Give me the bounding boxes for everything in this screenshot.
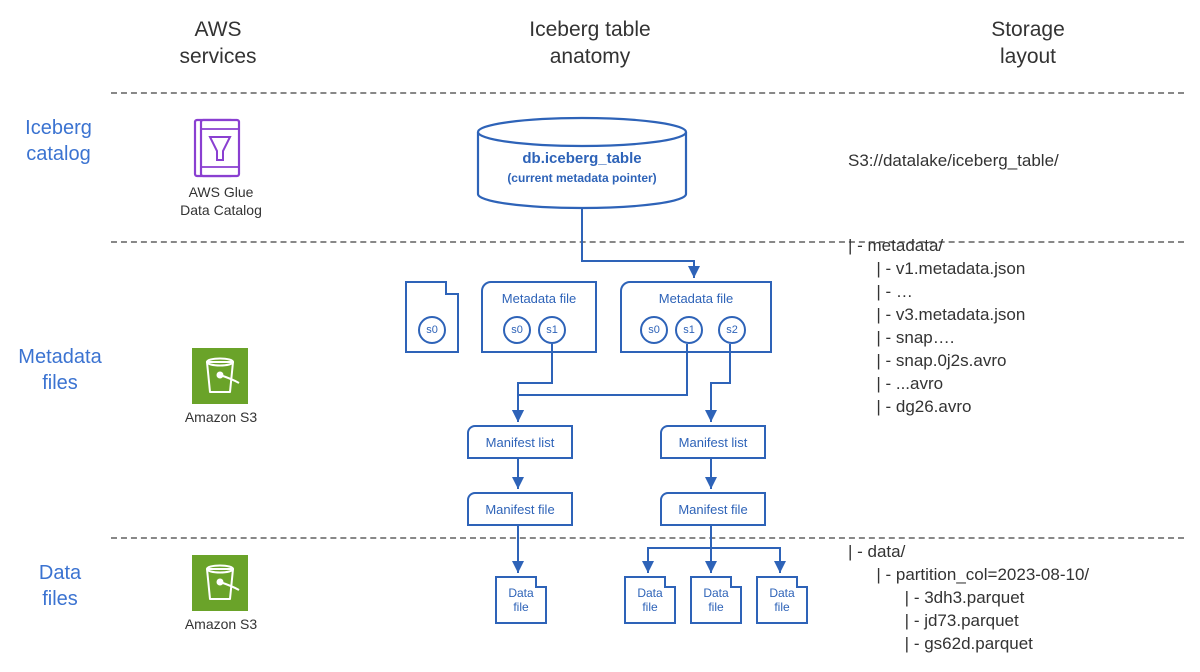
header-line: services bbox=[179, 45, 256, 68]
manifest-file-1: Manifest file bbox=[467, 492, 573, 526]
glue-icon bbox=[192, 117, 244, 179]
manifest-list-label: Manifest list bbox=[679, 435, 748, 450]
caption-line: AWS Glue bbox=[189, 184, 254, 200]
manifest-list-2: Manifest list bbox=[660, 425, 766, 459]
data-file-label: Data file bbox=[769, 586, 794, 615]
header-storage-layout: Storage layout bbox=[953, 16, 1103, 71]
label-line: Iceberg bbox=[25, 117, 92, 139]
snapshot-badge: s2 bbox=[718, 316, 746, 344]
divider bbox=[111, 537, 1184, 539]
s3-caption-2: Amazon S3 bbox=[180, 615, 262, 633]
header-line: AWS bbox=[194, 18, 241, 41]
header-line: Storage bbox=[991, 18, 1065, 41]
storage-catalog-path: S3://datalake/iceberg_table/ bbox=[848, 150, 1059, 173]
glue-caption: AWS Glue Data Catalog bbox=[176, 183, 266, 219]
header-line: anatomy bbox=[550, 45, 631, 68]
catalog-subtitle: (current metadata pointer) bbox=[475, 171, 689, 185]
row-label-data: Data files bbox=[30, 560, 90, 612]
row-label-metadata: Metadata files bbox=[10, 344, 110, 396]
label-line: catalog bbox=[26, 143, 91, 165]
header-line: Iceberg table bbox=[529, 18, 650, 41]
caption-line: Amazon S3 bbox=[185, 616, 257, 632]
data-file-label: Data file bbox=[637, 586, 662, 615]
metadata-v2-file: Metadata file s0 s1 bbox=[481, 281, 597, 353]
storage-metadata-tree: | - metadata/ | - v1.metadata.json | - …… bbox=[848, 235, 1025, 419]
manifest-list-1: Manifest list bbox=[467, 425, 573, 459]
snapshot-badge: s1 bbox=[538, 316, 566, 344]
s3-icon bbox=[192, 555, 248, 611]
caption-line: Data Catalog bbox=[180, 202, 262, 218]
row-label-catalog: Iceberg catalog bbox=[16, 115, 101, 167]
catalog-node: db.iceberg_table (current metadata point… bbox=[475, 150, 689, 185]
header-aws-services: AWS services bbox=[143, 16, 293, 71]
catalog-title: db.iceberg_table bbox=[475, 150, 689, 167]
label-line: Metadata bbox=[18, 346, 101, 368]
manifest-file-label: Manifest file bbox=[678, 502, 747, 517]
divider bbox=[111, 92, 1184, 94]
data-file-2: Data file bbox=[624, 576, 676, 624]
snapshot-badge: s1 bbox=[675, 316, 703, 344]
manifest-file-label: Manifest file bbox=[485, 502, 554, 517]
storage-data-tree: | - data/ | - partition_col=2023-08-10/ … bbox=[848, 541, 1089, 656]
metadata-v1-file: s0 bbox=[405, 281, 459, 353]
manifest-file-2: Manifest file bbox=[660, 492, 766, 526]
label-line: Data bbox=[39, 562, 81, 584]
caption-line: Amazon S3 bbox=[185, 409, 257, 425]
header-line: layout bbox=[1000, 45, 1056, 68]
header-iceberg-anatomy: Iceberg table anatomy bbox=[505, 16, 675, 71]
data-file-label: Data file bbox=[508, 586, 533, 615]
snapshot-badge: s0 bbox=[503, 316, 531, 344]
s3-caption: Amazon S3 bbox=[180, 408, 262, 426]
snapshot-badge: s0 bbox=[640, 316, 668, 344]
data-file-4: Data file bbox=[756, 576, 808, 624]
data-file-1: Data file bbox=[495, 576, 547, 624]
snapshot-badge: s0 bbox=[418, 316, 446, 344]
metadata-file-label: Metadata file bbox=[622, 291, 770, 306]
label-line: files bbox=[42, 372, 78, 394]
data-file-label: Data file bbox=[703, 586, 728, 615]
label-line: files bbox=[42, 588, 78, 610]
s3-icon bbox=[192, 348, 248, 404]
metadata-file-label: Metadata file bbox=[483, 291, 595, 306]
manifest-list-label: Manifest list bbox=[486, 435, 555, 450]
data-file-3: Data file bbox=[690, 576, 742, 624]
metadata-v3-file: Metadata file s0 s1 s2 bbox=[620, 281, 772, 353]
